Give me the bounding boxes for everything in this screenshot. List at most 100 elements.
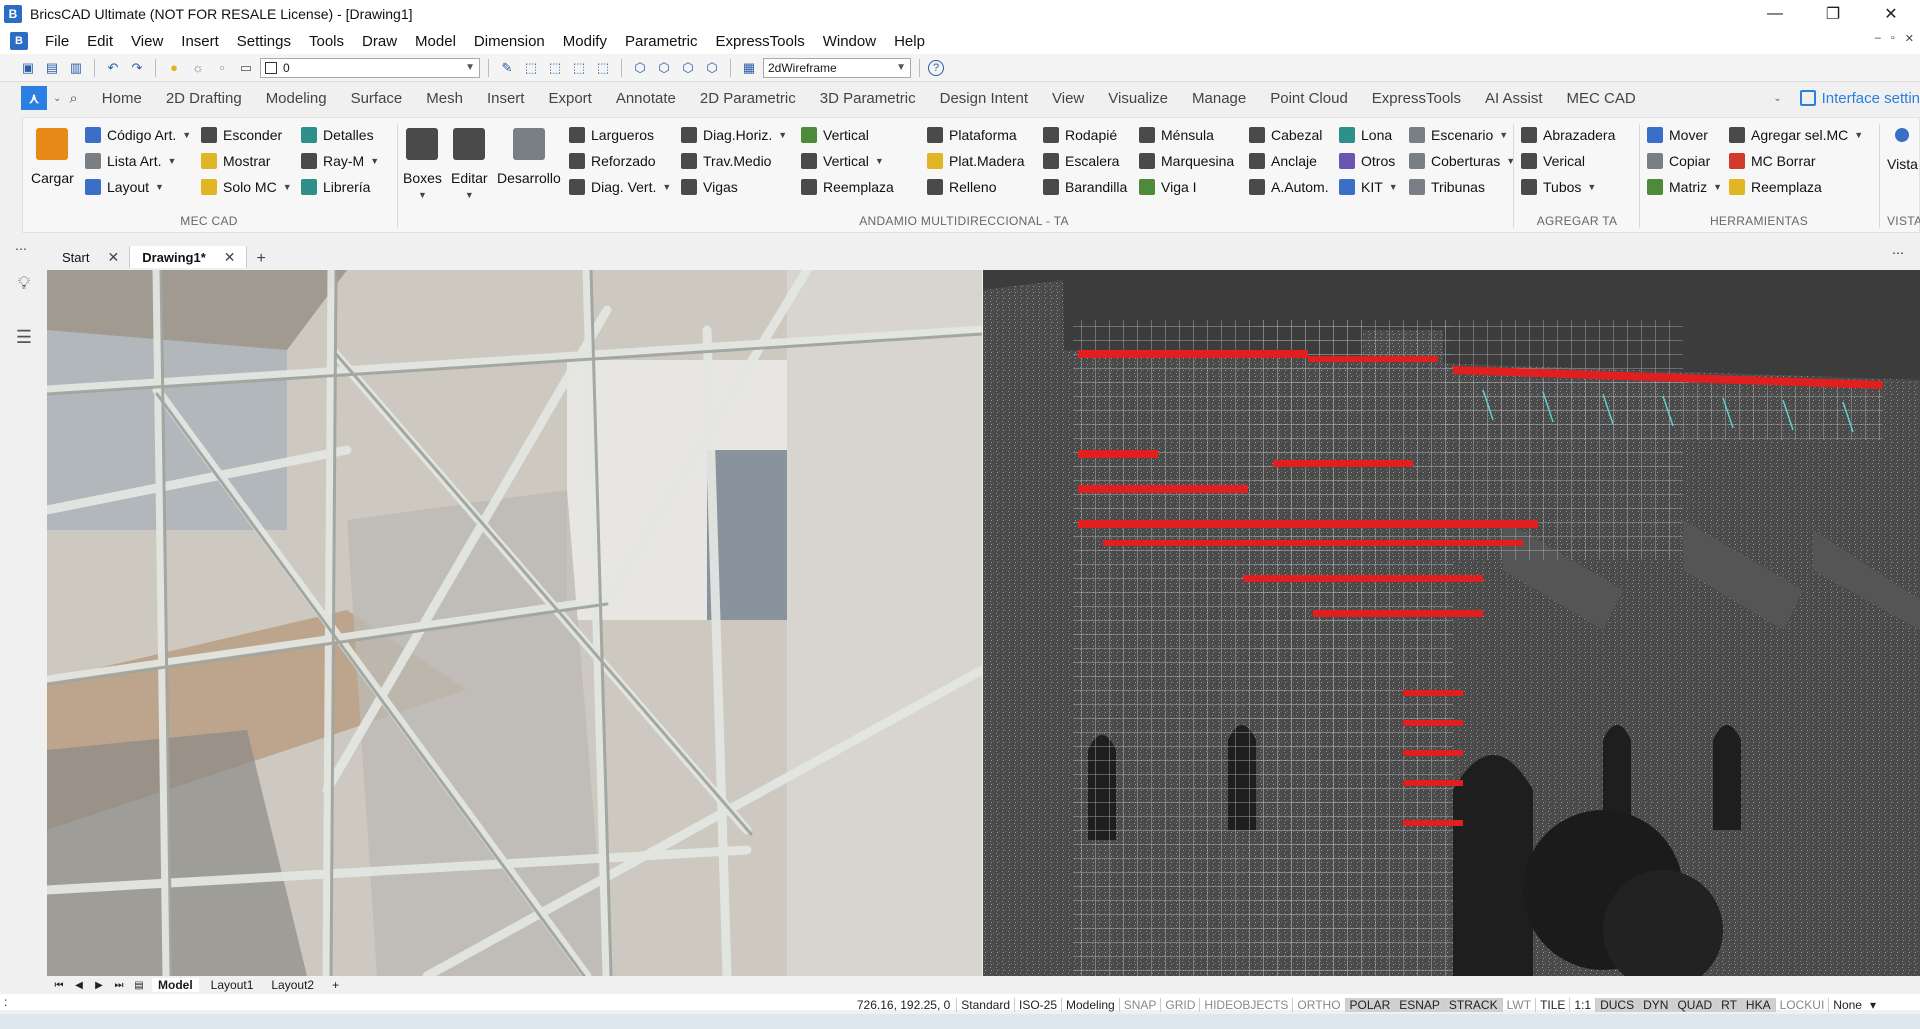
status-strack[interactable]: STRACK [1443,998,1502,1012]
status-esnap[interactable]: ESNAP [1394,998,1444,1012]
vista-button[interactable]: Vista [1887,128,1918,172]
viewport-render[interactable] [47,270,982,976]
esconder-button[interactable]: Esconder [201,124,292,146]
layer-sun-icon[interactable]: ☼ [188,58,208,78]
tab-drawing1[interactable]: Drawing1* ✕ [130,246,247,268]
verical-button[interactable]: Verical [1521,150,1615,172]
menu-parametric[interactable]: Parametric [616,33,707,50]
reemplaza-mc-button[interactable]: Reemplaza [1729,176,1863,198]
doc-restore-button[interactable]: ▫ [1891,32,1895,45]
visual-style-dropdown[interactable]: 2dWireframe ▼ [763,57,911,78]
ribbon-collapse-icon[interactable]: ⌄ [1773,93,1781,104]
tab-start[interactable]: Start ✕ [50,246,131,268]
status-ortho[interactable]: ORTHO [1292,998,1344,1012]
copiar-button[interactable]: Copiar [1647,150,1722,172]
tab-view[interactable]: View [1040,90,1096,107]
menu-dimension[interactable]: Dimension [465,33,554,50]
select-icon[interactable]: ⬚ [521,58,541,78]
status-tile[interactable]: TILE [1535,998,1569,1012]
mc-borrar-button[interactable]: MC Borrar [1729,150,1863,172]
app-menu-button[interactable]: ⋏ [21,86,47,110]
tab-3d-parametric[interactable]: 3D Parametric [808,90,928,107]
select-crossing-icon[interactable]: ⬚ [569,58,589,78]
status-menu-chevron-icon[interactable]: ▾ [1866,998,1880,1012]
escalera-button[interactable]: Escalera [1043,150,1127,172]
tab-expresstools[interactable]: ExpressTools [1360,90,1473,107]
menu-settings[interactable]: Settings [228,33,300,50]
tab-export[interactable]: Export [536,90,603,107]
vertical-button[interactable]: Vertical [801,124,894,146]
tab-manage[interactable]: Manage [1180,90,1258,107]
save-as-icon[interactable]: ▤ [42,58,62,78]
undo-icon[interactable]: ↶ [103,58,123,78]
status-lockui[interactable]: LOCKUI [1774,998,1829,1012]
tab-annotate[interactable]: Annotate [604,90,688,107]
menu-model[interactable]: Model [406,33,465,50]
layout-list-icon[interactable]: ▤ [132,980,146,991]
abrazadera-button[interactable]: Abrazadera [1521,124,1615,146]
lista-art-button[interactable]: Lista Art. ▼ [85,150,191,172]
first-layout-icon[interactable]: ⏮ [52,980,66,991]
add-layout-button[interactable]: + [326,978,345,992]
status-none[interactable]: None [1828,998,1866,1012]
status-hka[interactable]: HKA [1740,998,1775,1012]
status-snap[interactable]: SNAP [1118,998,1161,1012]
interface-settings-button[interactable]: Interface settin [1799,90,1920,107]
a-autom-button[interactable]: A.Autom. [1249,176,1329,198]
next-layout-icon[interactable]: ▶ [92,980,106,991]
cargar-button[interactable]: Cargar [31,128,74,186]
coberturas-button[interactable]: Coberturas ▼ [1409,150,1515,172]
escenario-button[interactable]: Escenario ▼ [1409,124,1515,146]
search-icon[interactable]: ⌕ [69,90,77,107]
menu-tools[interactable]: Tools [300,33,353,50]
desarrollo-button[interactable]: Desarrollo [497,128,561,186]
doc-minimize-button[interactable]: – [1875,32,1881,45]
solo-mc-button[interactable]: Solo MC ▼ [201,176,292,198]
kit-button[interactable]: KIT ▼ [1339,176,1398,198]
lona-button[interactable]: Lona [1339,124,1398,146]
tab-menu-icon[interactable]: ⋯ [1892,246,1904,260]
cabezal-button[interactable]: Cabezal [1249,124,1329,146]
save-icon[interactable]: ▣ [18,58,38,78]
menu-expresstools[interactable]: ExpressTools [707,33,814,50]
cylinder-icon[interactable]: ⬡ [654,58,674,78]
app-menu-icon[interactable]: B [10,32,28,50]
status-ducs[interactable]: DUCS [1595,998,1639,1012]
codigo-art-button[interactable]: Código Art. ▼ [85,124,191,146]
menu-insert[interactable]: Insert [172,33,228,50]
libreria-button[interactable]: Librería [301,176,379,198]
status-polar[interactable]: POLAR [1344,998,1395,1012]
menu-modify[interactable]: Modify [554,33,616,50]
layout-button[interactable]: Layout ▼ [85,176,191,198]
close-icon[interactable]: ✕ [107,249,119,266]
status-modeling[interactable]: Modeling [1061,998,1119,1012]
layer-lock-icon[interactable]: ▫ [212,58,232,78]
minimize-button[interactable]: — [1746,0,1804,28]
rodapie-button[interactable]: Rodapié [1043,124,1127,146]
boxes-button[interactable]: Boxes ▼ [403,128,442,200]
chevron-down-icon[interactable]: ⌄ [53,93,61,104]
agregar-sel-mc-button[interactable]: Agregar sel.MC ▼ [1729,124,1863,146]
box-icon[interactable]: ⬡ [630,58,650,78]
relleno-button[interactable]: Relleno [927,176,1024,198]
tab-point-cloud[interactable]: Point Cloud [1258,90,1360,107]
menu-window[interactable]: Window [814,33,885,50]
new-tab-button[interactable]: + [247,250,276,268]
tab-design-intent[interactable]: Design Intent [928,90,1040,107]
plat-madera-button[interactable]: Plat.Madera [927,150,1024,172]
reemplaza-button[interactable]: Reemplaza [801,176,894,198]
detalles-button[interactable]: Detalles [301,124,379,146]
select-window-icon[interactable]: ⬚ [545,58,565,78]
close-button[interactable]: ✕ [1862,0,1920,28]
viga-i-button[interactable]: Viga I [1139,176,1234,198]
tab-insert[interactable]: Insert [475,90,537,107]
menu-help[interactable]: Help [885,33,934,50]
lightbulb-icon[interactable]: 💡︎ [13,272,35,294]
diag-horiz-button[interactable]: Diag.Horiz. ▼ [681,124,787,146]
tab-2d-drafting[interactable]: 2D Drafting [154,90,254,107]
help-icon[interactable]: ? [928,59,944,76]
mover-button[interactable]: Mover [1647,124,1722,146]
visual-style-icon[interactable]: ▦ [739,58,759,78]
status-lwt[interactable]: LWT [1501,998,1535,1012]
tab-mesh[interactable]: Mesh [414,90,475,107]
